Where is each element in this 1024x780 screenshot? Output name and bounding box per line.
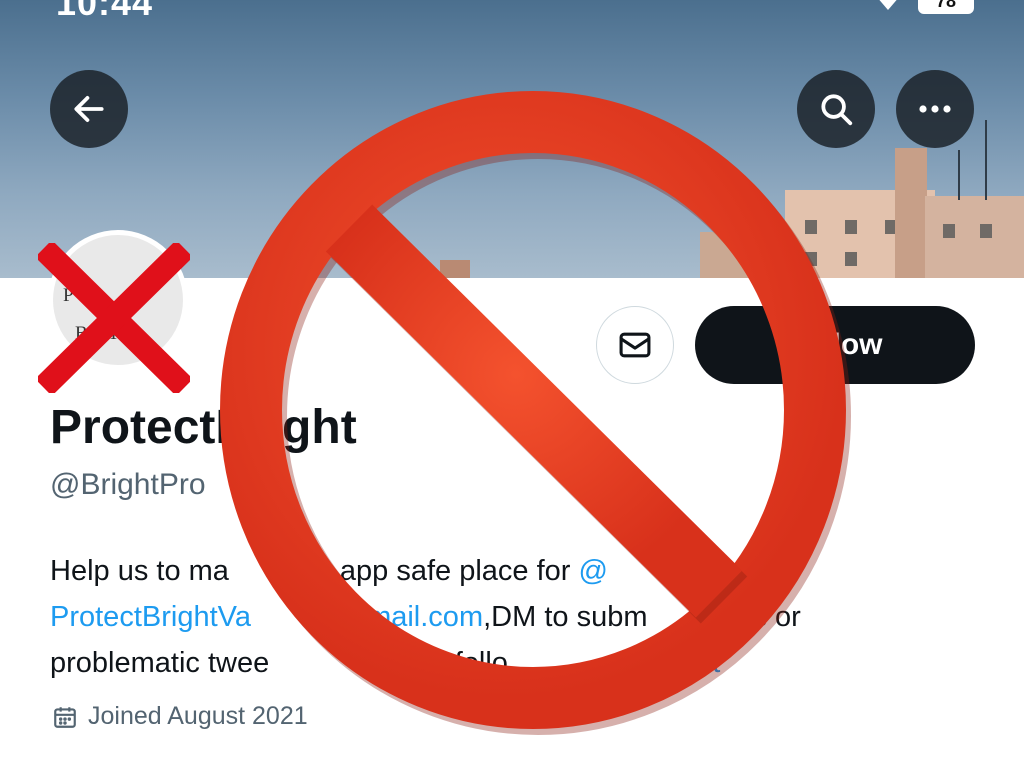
bio-text: Help us to ma: [50, 555, 229, 587]
building-window: [980, 224, 992, 238]
red-x-overlay-icon: [38, 243, 190, 393]
status-time: 10:44: [56, 0, 154, 23]
prohibited-sign-icon: [220, 91, 851, 735]
back-button[interactable]: [50, 70, 128, 148]
banner-antenna: [985, 120, 987, 200]
profile-handle: @BrightPro: [50, 468, 206, 501]
banner-building: [895, 148, 927, 278]
status-icons: 78: [818, 0, 974, 14]
wifi-icon: [876, 0, 900, 10]
more-horizontal-icon: [919, 105, 951, 113]
arrow-left-icon: [74, 96, 104, 122]
status-bar: 10:44 78: [0, 0, 1024, 23]
more-options-button[interactable]: [896, 70, 974, 148]
building-window: [943, 224, 955, 238]
banner-antenna: [958, 150, 960, 200]
cellular-signal-icon: [818, 0, 858, 12]
calendar-icon: [54, 706, 76, 728]
banner-building: [925, 196, 1024, 278]
battery-icon: 78: [918, 0, 974, 14]
